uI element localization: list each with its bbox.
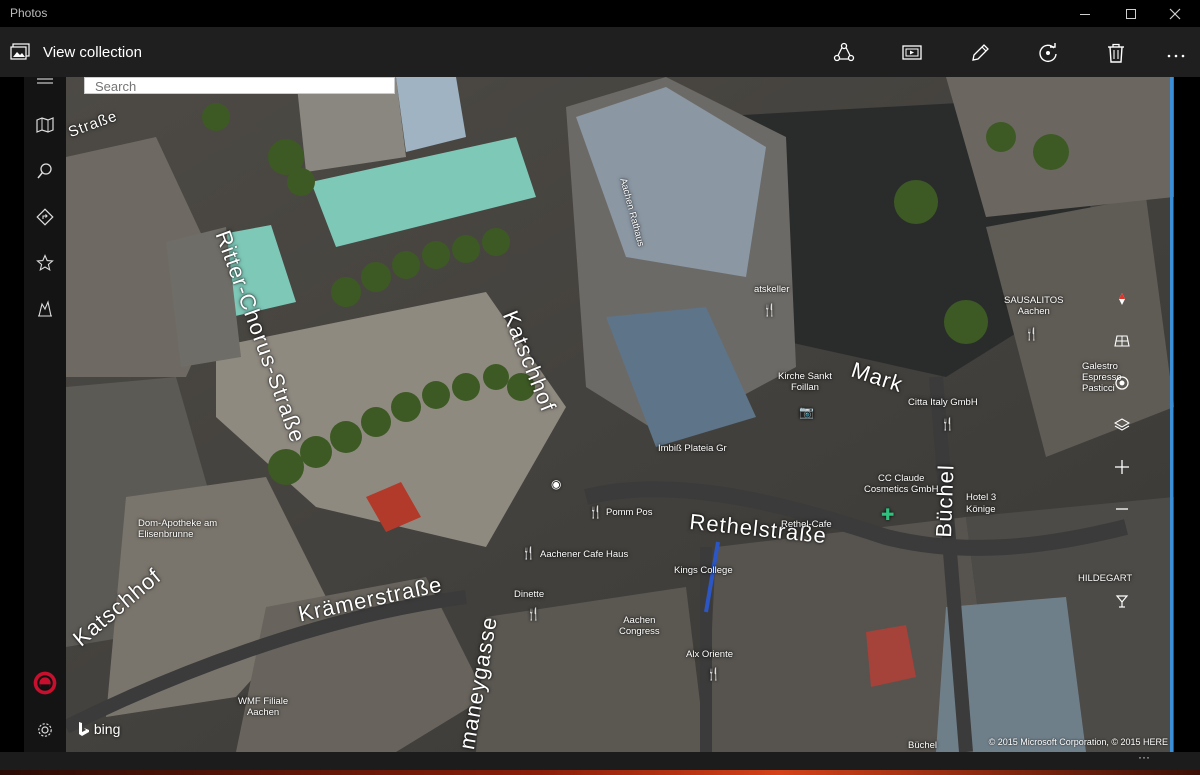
rotate-icon[interactable] (1034, 39, 1062, 67)
compass-icon[interactable] (1108, 285, 1136, 313)
zoom-out-icon[interactable] (1108, 495, 1136, 523)
restaurant-icon[interactable]: 🍴 (762, 303, 777, 317)
poi-label: Hotel 3 Könige (966, 492, 997, 515)
health-plus-icon[interactable]: ✚ (881, 505, 894, 525)
poi-label: Aachener Cafe Haus (540, 549, 629, 560)
poi-label: Citta Italy GmbH (908, 397, 978, 408)
restaurant-icon[interactable]: 🍴 (1024, 327, 1039, 341)
photo-collection-icon[interactable] (10, 43, 30, 61)
directions-icon[interactable] (33, 205, 57, 229)
zoom-in-icon[interactable] (1108, 453, 1136, 481)
map-icon[interactable] (33, 113, 57, 137)
restaurant-icon[interactable]: 🍴 (706, 667, 721, 681)
restaurant-icon[interactable]: 🍴 (526, 607, 541, 621)
close-icon[interactable] (1152, 0, 1198, 27)
search-input[interactable] (85, 79, 394, 94)
poi-label: Alx Oriente (686, 649, 733, 660)
camera-icon[interactable]: 📷 (799, 405, 814, 419)
poi-label: CC Claude Cosmetics GmbH (864, 473, 939, 495)
landmark-icon[interactable]: ◉ (551, 477, 561, 491)
poi-label: Dom-Apotheke am Elisenbrunne (138, 518, 218, 540)
app-toolbar: View collection (0, 27, 1200, 77)
poi-label: Pomm Pos (606, 507, 653, 518)
minimize-icon[interactable] (1062, 0, 1108, 27)
map-search-box[interactable] (84, 77, 395, 94)
slideshow-icon[interactable] (898, 39, 926, 67)
aerial-map-view[interactable]: Ritter-Chorus-Straße Katschhof Katschhof… (66, 77, 1174, 752)
poi-label: atskeller (754, 284, 790, 295)
accent-edge (1170, 77, 1173, 752)
delete-trash-icon[interactable] (1102, 39, 1130, 67)
poi-label: Rethel-Cafe (781, 519, 832, 530)
window-titlebar: Photos (0, 0, 1200, 27)
poi-label: Kirche Sankt Foillan (778, 371, 832, 393)
desktop-wallpaper-sliver (0, 770, 1200, 775)
more-ellipsis-icon[interactable] (1162, 39, 1190, 67)
maps-left-rail (24, 77, 66, 752)
poi-label: SAUSALITOS Aachen (1004, 295, 1064, 317)
map-copyright: © 2015 Microsoft Corporation, © 2015 HER… (988, 737, 1168, 747)
poi-label: WMF Filiale Aachen (238, 696, 289, 718)
edit-pencil-icon[interactable] (966, 39, 994, 67)
3d-cities-icon[interactable] (33, 297, 57, 321)
bar-icon[interactable] (1108, 587, 1136, 615)
poi-label: Kings College (674, 565, 733, 576)
bing-logo: bing (78, 721, 120, 737)
restaurant-icon[interactable]: 🍴 (588, 505, 603, 519)
locate-me-icon[interactable] (1108, 369, 1136, 397)
poi-label: Aachen Congress (619, 615, 660, 637)
more-ellipsis-icon[interactable]: ··· (1138, 751, 1158, 764)
search-icon[interactable] (33, 159, 57, 183)
poi-label: Imbiß Plateia Gr (658, 443, 727, 454)
view-collection-link[interactable]: View collection (43, 44, 142, 61)
share-icon[interactable] (830, 39, 858, 67)
restaurant-icon[interactable]: 🍴 (521, 546, 536, 560)
layers-icon[interactable] (1108, 411, 1136, 439)
poi-label: Büchel (908, 740, 938, 751)
settings-gear-icon[interactable] (33, 718, 57, 742)
favorites-star-icon[interactable] (33, 251, 57, 275)
photo-viewer-stage: Ritter-Chorus-Straße Katschhof Katschhof… (24, 77, 1174, 752)
poi-label: Dinette (514, 589, 545, 600)
restaurant-icon[interactable]: 🍴 (940, 417, 955, 431)
hamburger-menu-icon[interactable] (33, 77, 57, 95)
bing-wordmark: bing (93, 721, 121, 737)
account-avatar-icon[interactable] (33, 671, 57, 695)
app-title: Photos (10, 6, 48, 20)
grid-3d-icon[interactable] (1108, 327, 1136, 355)
maximize-icon[interactable] (1108, 0, 1154, 27)
poi-label: HILDEGART (1078, 573, 1133, 584)
